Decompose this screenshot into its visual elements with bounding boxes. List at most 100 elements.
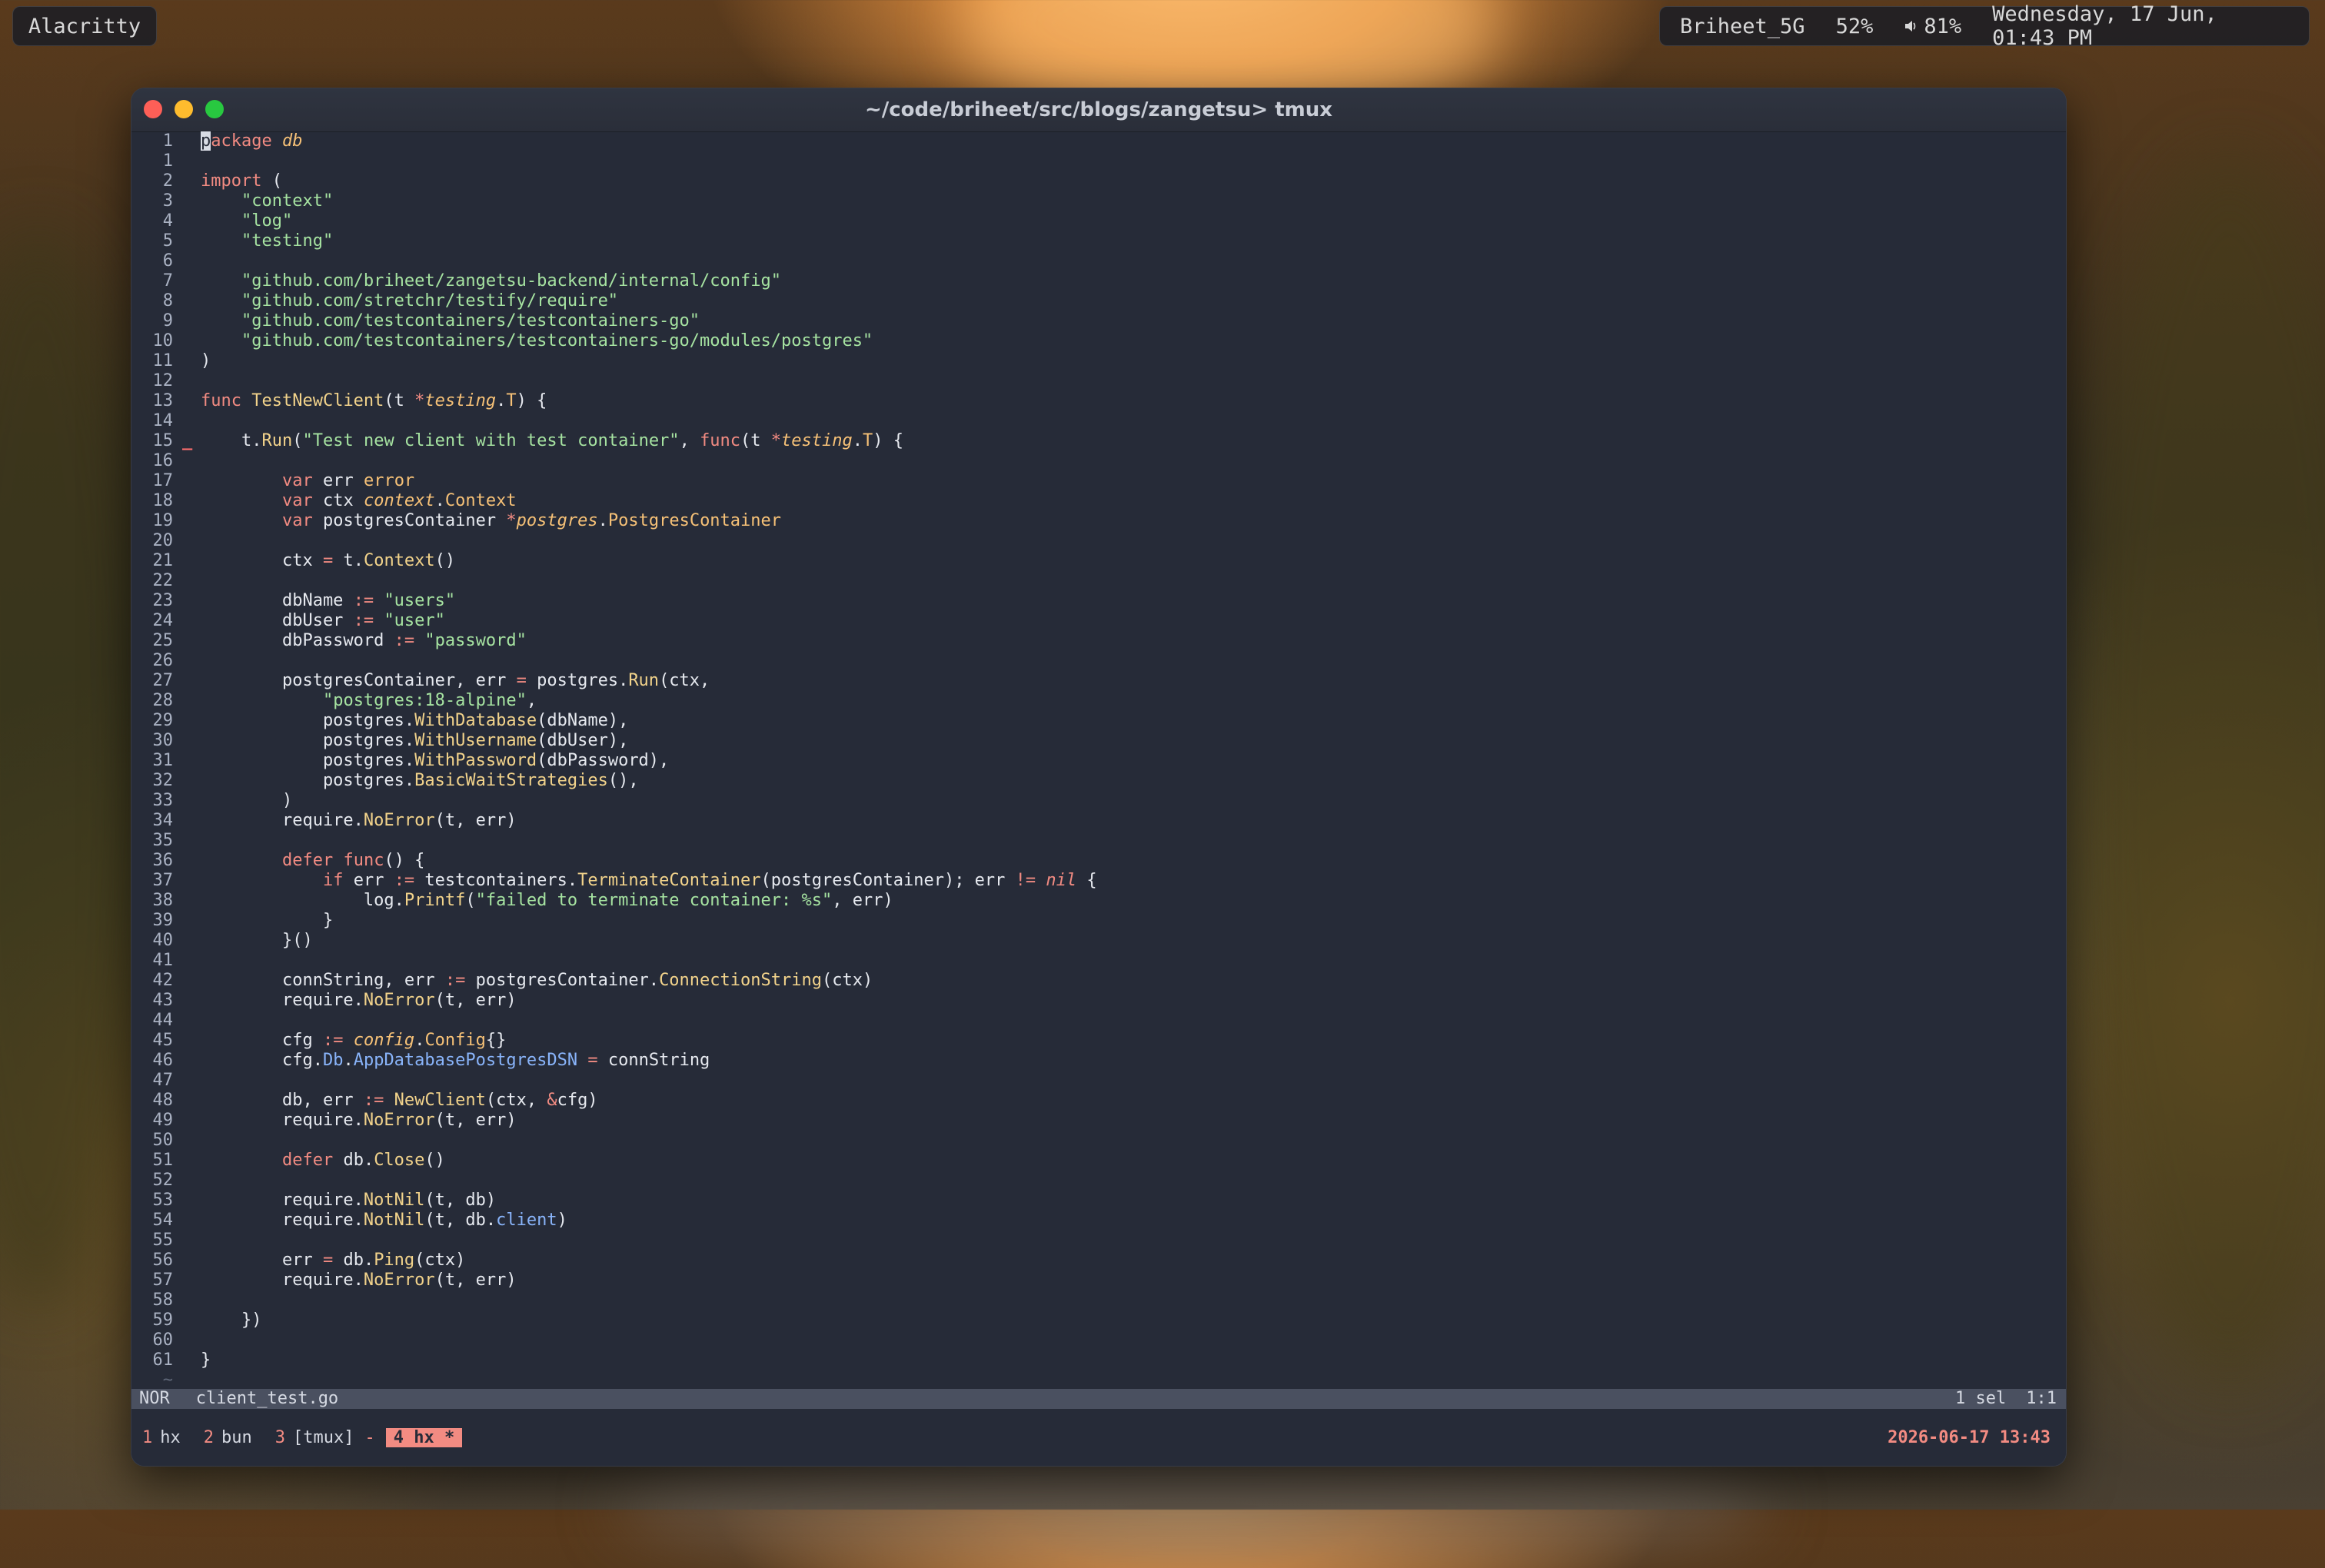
clock[interactable]: Wednesday, 17 Jun, 01:43 PM [1992,2,2289,50]
code-line[interactable]: 6 [131,251,2066,271]
tmux-window-active[interactable]: 4 hx * [385,1427,463,1447]
code-line[interactable]: 24 dbUser := "user" [131,611,2066,631]
code-line[interactable]: 7 "github.com/briheet/zangetsu-backend/i… [131,271,2066,291]
code-line[interactable]: 38 log.Printf("failed to terminate conta… [131,891,2066,911]
gutter-marker [182,131,201,151]
code-line[interactable]: 52 [131,1171,2066,1191]
code-line[interactable]: 19 var postgresContainer *postgres.Postg… [131,511,2066,531]
code-line[interactable]: 26 [131,651,2066,671]
network-name[interactable]: Briheet_5G [1680,15,1805,38]
code-line[interactable]: 21 ctx = t.Context() [131,551,2066,571]
code-line[interactable]: 32 postgres.BasicWaitStrategies(), [131,771,2066,791]
code-line[interactable]: 5 "testing" [131,231,2066,251]
tmux-separator: - [364,1427,375,1447]
code-line[interactable]: 4 "log" [131,211,2066,231]
line-number: 10 [152,331,174,350]
code-line[interactable]: 22 [131,571,2066,591]
gutter-marker [182,991,201,1011]
code-line[interactable]: 57 require.NoError(t, err) [131,1271,2066,1291]
tmux-window-3[interactable]: 3 [tmux] [275,1428,354,1447]
code-line[interactable]: 14 [131,411,2066,431]
code-line[interactable]: 11) [131,351,2066,371]
code-line[interactable]: 60 [131,1330,2066,1350]
code-line[interactable]: 58 [131,1291,2066,1311]
code-line[interactable]: 30 postgres.WithUsername(dbUser), [131,731,2066,751]
code-line[interactable]: 29 postgres.WithDatabase(dbName), [131,711,2066,731]
battery-level[interactable]: 52% [1836,15,1874,38]
code-line[interactable]: 10 "github.com/testcontainers/testcontai… [131,331,2066,351]
code-line[interactable]: 45 cfg := config.Config{} [131,1031,2066,1051]
code-line[interactable]: 16 [131,451,2066,471]
code-line[interactable]: 33 ) [131,791,2066,811]
code-text: dbUser := "user" [201,611,445,630]
line-number: 29 [152,711,174,730]
tmux-window-2[interactable]: 2 bun [204,1428,252,1447]
code-line[interactable]: 34 require.NoError(t, err) [131,811,2066,831]
code-line[interactable]: 12 [131,371,2066,391]
code-line[interactable]: 9 "github.com/testcontainers/testcontain… [131,311,2066,331]
code-line[interactable]: 56 err = db.Ping(ctx) [131,1251,2066,1271]
gutter-marker [182,1071,201,1091]
code-line[interactable]: 25 dbPassword := "password" [131,631,2066,651]
code-line[interactable]: 50 [131,1131,2066,1151]
code-line[interactable]: 41 [131,951,2066,971]
code-line[interactable]: 54 require.NotNil(t, db.client) [131,1211,2066,1231]
code-line[interactable]: 3 "context" [131,191,2066,211]
code-line[interactable]: 43 require.NoError(t, err) [131,991,2066,1011]
gutter-marker [182,171,201,191]
code-line[interactable]: 48 db, err := NewClient(ctx, &cfg) [131,1091,2066,1111]
close-button[interactable] [144,100,162,118]
code-line[interactable]: 39 } [131,911,2066,931]
code-text: require.NoError(t, err) [201,1271,517,1290]
code-line[interactable]: 1 [131,151,2066,171]
code-line[interactable]: 8 "github.com/stretchr/testify/require" [131,291,2066,311]
code-line[interactable]: 31 postgres.WithPassword(dbPassword), [131,751,2066,771]
code-line[interactable]: 40 }() [131,931,2066,951]
line-number: 33 [152,791,174,810]
code-line[interactable]: 53 require.NotNil(t, db) [131,1191,2066,1211]
code-text: if err := testcontainers.TerminateContai… [322,871,1097,890]
gutter-marker [182,271,201,291]
code-line[interactable]: 28 "postgres:18-alpine", [131,691,2066,711]
tmux-window-1[interactable]: 1 hx [142,1428,181,1447]
code-text: require.NotNil(t, db) [201,1191,497,1210]
maximize-button[interactable] [205,100,224,118]
code-line[interactable]: 17 var err error [131,471,2066,491]
code-line[interactable]: 36 defer func() { [131,851,2066,871]
code-line[interactable]: 46 cfg.Db.AppDatabasePostgresDSN = connS… [131,1051,2066,1071]
code-editor[interactable]: 1 package db 1 2 import (3 "context" 4 "log" 5… [131,131,2066,1390]
code-line[interactable]: 49 require.NoError(t, err) [131,1111,2066,1131]
code-line[interactable]: 18 var ctx context.Context [131,491,2066,511]
code-line[interactable]: 27 postgresContainer, err = postgres.Run… [131,671,2066,691]
volume-indicator[interactable]: 81% [1904,15,1961,38]
code-text: err = db.Ping(ctx) [201,1251,466,1270]
line-number: 27 [152,671,174,690]
file-name: client_test.go [195,1389,339,1408]
code-text: "log" [241,211,293,231]
code-line[interactable]: 42 connString, err := postgresContainer.… [131,971,2066,991]
code-line[interactable]: 35 [131,831,2066,851]
gutter-marker [182,1031,201,1051]
code-line[interactable]: 44 [131,1011,2066,1031]
minimize-button[interactable] [175,100,193,118]
code-line[interactable]: 47 [131,1071,2066,1091]
code-line[interactable]: 15 _ t.Run("Test new client with test con… [131,431,2066,451]
code-line[interactable]: 37 if err := testcontainers.TerminateCon… [131,871,2066,891]
code-line[interactable]: 59 }) [131,1311,2066,1330]
code-line[interactable]: 20 [131,531,2066,551]
code-line[interactable]: 13 func TestNewClient(t *testing.T) { [131,391,2066,411]
line-number: 18 [152,491,174,510]
window-titlebar[interactable]: ~/code/briheet/src/blogs/zangetsu> tmux [131,88,2066,132]
code-line[interactable]: 55 [131,1231,2066,1251]
code-line[interactable]: 23 dbName := "users" [131,591,2066,611]
gutter-marker [182,811,201,831]
code-line[interactable]: 1 package db [131,131,2066,151]
line-number: 12 [152,371,174,390]
gutter-marker [182,1191,201,1211]
code-line[interactable]: 61} [131,1350,2066,1370]
code-line[interactable]: 51 defer db.Close() [131,1151,2066,1171]
line-number: 61 [152,1350,174,1370]
code-line[interactable]: 2 import ( [131,171,2066,191]
gutter-marker [182,551,201,571]
line-number: 52 [152,1171,174,1190]
